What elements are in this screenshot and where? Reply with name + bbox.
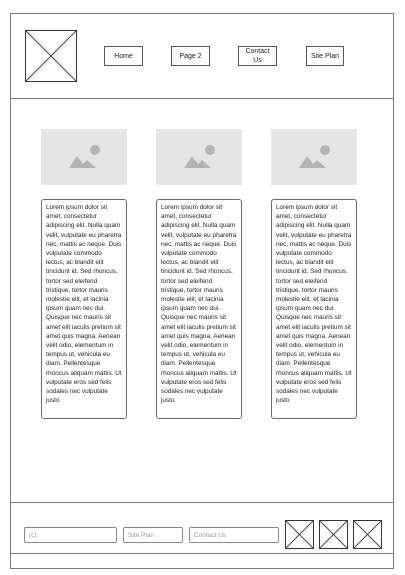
nav-home-button[interactable]: Home [104,46,143,66]
nav-siteplan-button[interactable]: Site Plan [306,46,344,66]
nav-contact-button[interactable]: Contact Us [238,46,277,66]
footer-siteplan-link[interactable]: Site Plan [123,527,183,543]
nav-page2-button[interactable]: Page 2 [171,46,210,66]
placeholder-x-icon[interactable] [285,520,314,549]
card-text: Lorem ipsum dolor sit amet, consectetur … [271,199,357,419]
placeholder-x-icon [25,30,77,82]
copyright-field: (c) [24,527,117,543]
image-placeholder-icon [41,129,127,185]
card-text: Lorem ipsum dolor sit amet, consectetur … [156,199,242,419]
image-placeholder-icon [156,129,242,185]
placeholder-x-icon[interactable] [353,520,382,549]
image-placeholder-icon [271,129,357,185]
card-text: Lorem ipsum dolor sit amet, consectetur … [41,199,127,419]
placeholder-x-icon[interactable] [319,520,348,549]
footer-contact-link[interactable]: Contact Us [189,527,279,543]
